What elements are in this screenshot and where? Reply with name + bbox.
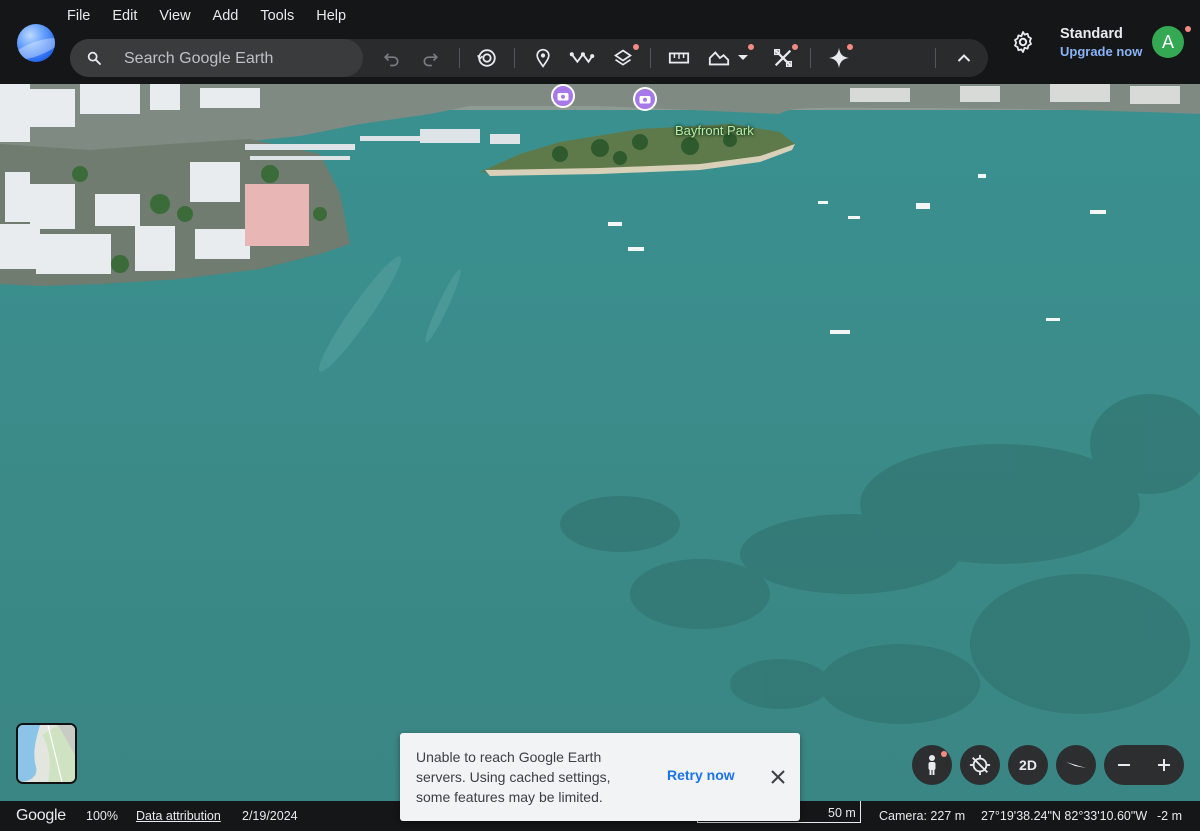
elevation: -2 m (1157, 809, 1182, 823)
measure-tools-icon[interactable] (770, 46, 796, 70)
path-icon[interactable] (569, 46, 595, 70)
zoom-control (1104, 745, 1184, 785)
menu-bar: File Edit View Add Tools Help (56, 6, 357, 26)
map-view[interactable]: Bayfront Park (0, 84, 1200, 801)
minimap-thumbnail (18, 725, 75, 782)
avatar-notification-dot (1185, 26, 1191, 32)
data-attribution-link[interactable]: Data attribution (136, 809, 221, 823)
coordinates: 27°19'38.24"N 82°33'10.60"W (981, 809, 1148, 823)
menu-tools[interactable]: Tools (249, 6, 305, 26)
ruler-icon[interactable] (666, 46, 692, 70)
placemark-icon[interactable] (530, 46, 556, 70)
toolbar-divider (514, 48, 515, 68)
google-logo: Google (16, 807, 66, 824)
photo-pin-icon[interactable] (633, 87, 657, 111)
sparkle-notification-dot (847, 44, 853, 50)
zoom-level: 100% (86, 809, 118, 823)
layers-notification-dot (633, 44, 639, 50)
history-icon[interactable] (474, 46, 500, 70)
top-bar: File Edit View Add Tools Help Search Goo… (0, 0, 1200, 84)
minus-icon (1118, 764, 1130, 766)
menu-view[interactable]: View (148, 6, 201, 26)
menu-file[interactable]: File (56, 6, 101, 26)
pegman-notification-dot (941, 751, 947, 757)
upgrade-link[interactable]: Upgrade now (1060, 44, 1142, 59)
toolbar-divider (935, 48, 936, 68)
toolbar-divider (810, 48, 811, 68)
undo-icon[interactable] (378, 46, 404, 70)
menu-add[interactable]: Add (202, 6, 250, 26)
photo-pin-icon[interactable] (551, 84, 575, 108)
retry-button[interactable]: Retry now (667, 767, 735, 783)
menu-edit[interactable]: Edit (101, 6, 148, 26)
toolbar (70, 39, 988, 79)
pegman-icon (928, 755, 936, 775)
reset-view-icon (969, 754, 991, 776)
scale-label: 50 m (828, 806, 856, 820)
place-label[interactable]: Bayfront Park (675, 123, 754, 138)
toast-message: Unable to reach Google Earth servers. Us… (416, 749, 611, 805)
elevation-icon[interactable] (706, 46, 732, 70)
elevation-notification-dot (748, 44, 754, 50)
gear-icon[interactable] (1011, 30, 1035, 54)
camera-altitude: Camera: 227 m (879, 809, 966, 823)
plan-name: Standard (1060, 26, 1123, 42)
avatar[interactable]: A (1152, 26, 1184, 58)
reset-tilt-button[interactable] (960, 745, 1000, 785)
close-icon[interactable] (769, 768, 787, 786)
compass-icon (1066, 762, 1086, 768)
satellite-imagery (0, 84, 1200, 801)
error-toast: Unable to reach Google Earth servers. Us… (400, 733, 800, 821)
toolbar-divider (459, 48, 460, 68)
compass-button[interactable] (1056, 745, 1096, 785)
imagery-date: 2/19/2024 (242, 809, 298, 823)
plus-icon (1158, 759, 1170, 771)
redo-icon[interactable] (418, 46, 444, 70)
layers-icon[interactable] (610, 46, 636, 70)
minimap[interactable] (16, 723, 77, 784)
zoom-in-button[interactable] (1144, 745, 1184, 785)
collapse-chevron-icon[interactable] (951, 46, 977, 70)
zoom-out-button[interactable] (1104, 745, 1144, 785)
search-input[interactable] (122, 39, 356, 79)
measure-notification-dot (792, 44, 798, 50)
menu-help[interactable]: Help (305, 6, 357, 26)
search-icon (87, 51, 101, 65)
search-box[interactable] (70, 39, 363, 79)
toggle-2d-button[interactable]: 2D (1008, 745, 1048, 785)
toolbar-divider (650, 48, 651, 68)
google-earth-logo-icon[interactable] (17, 24, 55, 62)
